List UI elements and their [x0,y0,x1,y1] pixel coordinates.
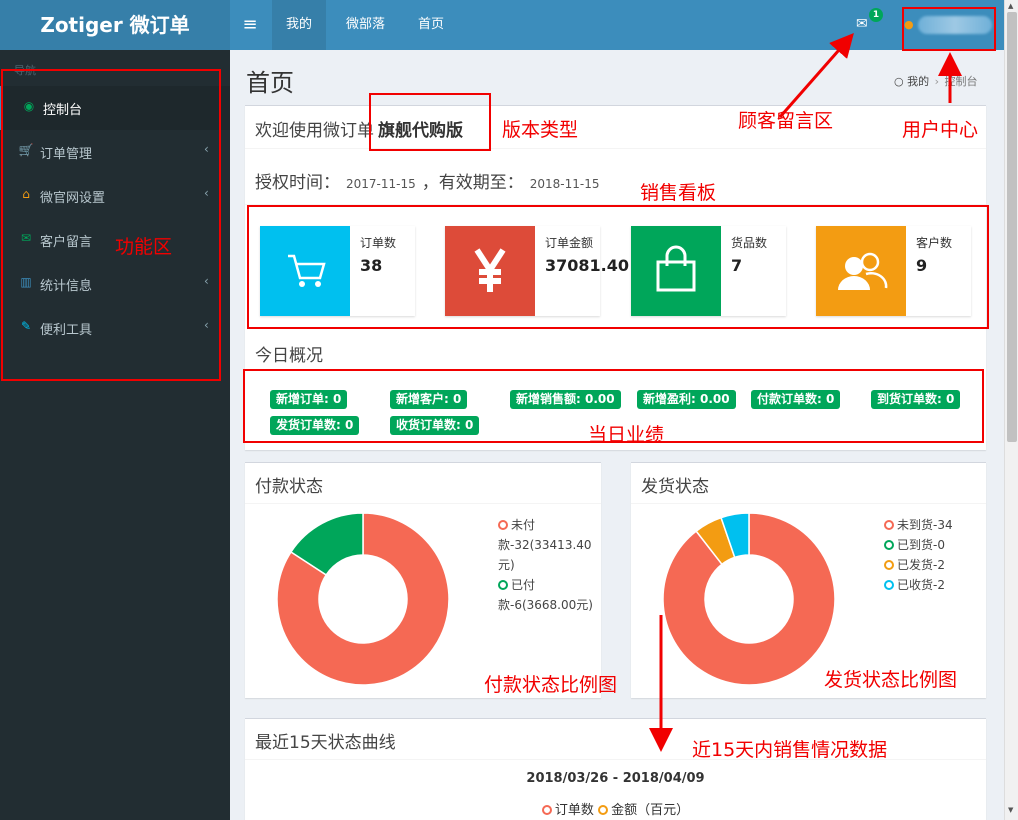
legend-label: 已付款-6(3668.00元) [498,578,593,612]
annotation-user: 用户中心 [902,119,979,141]
shipping-status-title: 发货状态 [641,477,709,497]
scroll-up-icon[interactable]: ▲ [1008,2,1013,10]
trend-title: 最近15天状态曲线 [255,733,396,753]
auth-date: 2017-11-15 [346,177,416,191]
breadcrumb-separator: › [934,75,940,88]
valid-label: ，有效期至： [421,173,524,193]
scrollbar-thumb[interactable] [1007,12,1017,442]
annotation-edition: 版本类型 [502,119,579,141]
shipping-status-box: 发货状态 未到货-34 已到货-0 已发货-2 已收货-2 [631,462,986,698]
mail-count-badge: 1 [869,8,883,22]
sidebar-toggle-icon[interactable]: ≡ [236,14,264,36]
breadcrumb: ○ 我的 › 控制台 [894,73,978,89]
legend-amount[interactable]: 金额（百元） [611,803,689,818]
legend-orders[interactable]: 订单数 [555,803,594,818]
valid-date: 2018-11-15 [529,177,600,191]
payment-status-title: 付款状态 [255,477,323,497]
legend-marker-orders [541,805,552,815]
payment-legend-item[interactable]: 未付款-32(33413.40元) [498,515,594,575]
shipping-donut-chart[interactable] [659,509,839,689]
circle-icon: ○ [894,75,904,88]
payment-legend-item[interactable]: 已付款-6(3668.00元) [498,575,594,615]
welcome-label: 欢迎使用微订单 [255,121,374,141]
today-title: 今日概况 [255,346,323,366]
annotation-messages: 顾客留言区 [738,110,834,132]
payment-status-box: 付款状态 未付款-32(33413.40元) 已付款-6(3668.00元) [245,462,601,698]
breadcrumb-item-dashboard: 控制台 [944,75,978,88]
top-navbar: Zotiger 微订单 ≡ 我的 微部落 首页 ✉ 1 ● [0,0,1004,50]
annotation-ship-ratio: 发货状态比例图 [824,669,958,691]
user-center-outline [902,7,996,51]
page-scrollbar[interactable]: ▲ ▼ [1004,0,1018,820]
authorization-line: 授权时间： 2017-11-15 ，有效期至： 2018-11-15 [255,168,606,193]
divider [245,148,986,149]
nav-link-mine[interactable]: 我的 [272,0,327,50]
function-area-outline [1,69,221,381]
shipping-legend-item[interactable]: 已收货-2 [884,575,984,595]
shipping-legend-item[interactable]: 已发货-2 [884,555,984,575]
legend-marker [884,540,894,550]
edition-outline [369,93,491,151]
shipping-legend-item[interactable]: 已到货-0 [884,535,984,555]
divider [631,503,986,504]
scroll-down-icon[interactable]: ▼ [1008,806,1013,814]
sales-board-outline [247,205,989,329]
auth-label: 授权时间： [255,173,340,193]
legend-label: 已发货-2 [897,558,945,572]
trend-box: 最近15天状态曲线 2018/03/26 - 2018/04/09 订单数 金额… [245,718,986,820]
legend-marker [884,560,894,570]
annotation-sales: 销售看板 [640,182,717,204]
divider [245,503,601,504]
shipping-legend-item[interactable]: 未到货-34 [884,515,984,535]
breadcrumb-item-mine[interactable]: 我的 [907,75,929,88]
nav-link-tribe[interactable]: 微部落 [332,0,399,50]
legend-marker [884,580,894,590]
legend-marker [498,580,508,590]
trend-chart-title: 2018/03/26 - 2018/04/09 [526,771,705,786]
nav-link-home[interactable]: 首页 [404,0,458,50]
legend-marker [498,520,508,530]
annotation-recent: 近15天内销售情况数据 [692,739,888,761]
app-logo[interactable]: Zotiger 微订单 [0,0,230,50]
trend-legend: 订单数 金额（百元） [245,799,986,818]
payment-donut-chart[interactable] [273,509,453,689]
legend-label: 未付款-32(33413.40元) [498,518,592,572]
legend-label: 已到货-0 [897,538,945,552]
legend-marker-amount [598,805,609,815]
legend-label: 未到货-34 [897,518,953,532]
page-title: 首页 [246,69,294,97]
annotation-today: 当日业绩 [588,424,665,446]
legend-marker [884,520,894,530]
legend-label: 已收货-2 [897,578,945,592]
annotation-pay-ratio: 付款状态比例图 [484,674,618,696]
annotation-functions: 功能区 [115,236,173,258]
